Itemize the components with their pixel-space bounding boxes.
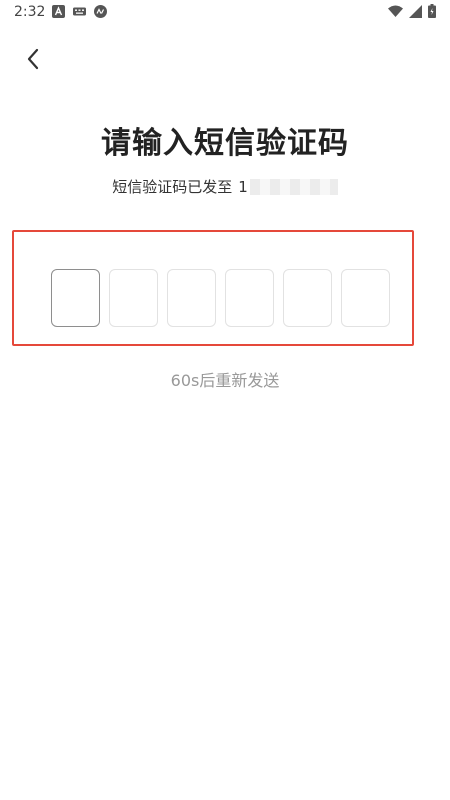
keyboard-icon	[73, 7, 86, 16]
signal-icon	[409, 4, 422, 18]
code-digit-box-6[interactable]	[341, 269, 390, 327]
page-title: 请输入短信验证码	[101, 126, 349, 161]
code-digit-box-3[interactable]	[167, 269, 216, 327]
code-digit-box-1[interactable]	[51, 269, 100, 327]
status-bar: 2:32	[0, 0, 450, 26]
code-digit-box-2[interactable]	[109, 269, 158, 327]
code-digit-box-5[interactable]	[283, 269, 332, 327]
status-time: 2:32	[14, 4, 46, 20]
back-button[interactable]	[18, 44, 48, 74]
vpn-icon	[94, 5, 107, 18]
status-left-icons	[52, 5, 107, 18]
verification-code-input[interactable]	[51, 269, 390, 327]
chevron-left-icon	[27, 48, 39, 70]
resend-countdown: 60s后重新发送	[170, 371, 280, 390]
code-digit-box-4[interactable]	[225, 269, 274, 327]
subtitle-text: 短信验证码已发至	[112, 178, 233, 196]
phone-number-prefix: 1	[238, 177, 248, 196]
phone-number-mask	[249, 178, 338, 195]
status-right-icons	[388, 4, 436, 18]
battery-icon	[428, 4, 436, 18]
subtitle-row: 短信验证码已发至 1	[0, 176, 450, 197]
wifi-icon	[388, 5, 403, 17]
notification-a-icon	[52, 5, 65, 18]
